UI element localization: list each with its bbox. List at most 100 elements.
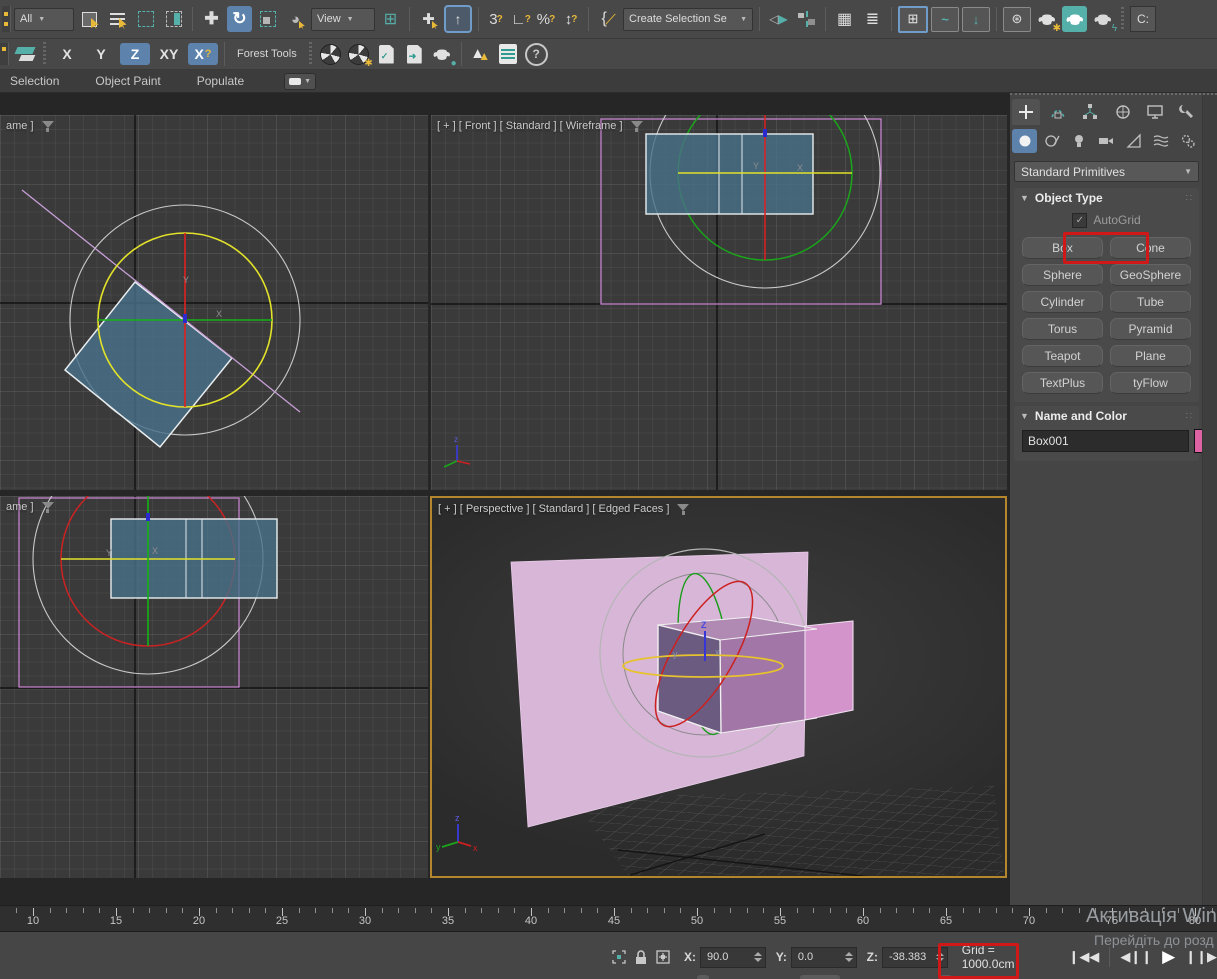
viewport-label[interactable]: ame ] xyxy=(6,501,54,513)
timeline-frame-60[interactable]: 60 xyxy=(857,915,869,927)
rollout-grip-icon[interactable]: ∷ xyxy=(1186,193,1193,204)
layer-explorer-icon[interactable]: ≣ xyxy=(860,6,885,32)
trees-icon[interactable]: ▲▲ xyxy=(468,41,493,67)
mirror-icon[interactable]: ◁▶ xyxy=(766,6,791,32)
rectangular-selection-region-icon[interactable] xyxy=(133,6,158,32)
object-type-rollout-header[interactable]: ▼ Object Type ∷ xyxy=(1014,189,1199,207)
box-object[interactable] xyxy=(65,282,232,447)
axis-constraint-x[interactable]: X xyxy=(52,43,82,65)
axis-constraint-z[interactable]: Z xyxy=(120,43,150,65)
isolate-selection-icon[interactable] xyxy=(608,947,630,967)
reference-coordinate-dropdown[interactable]: View ▼ xyxy=(311,8,375,31)
autogrid-checkbox[interactable]: ✓ xyxy=(1072,213,1087,228)
category-shapes[interactable] xyxy=(1039,129,1064,153)
filter-icon[interactable] xyxy=(42,121,54,132)
render-setup-icon[interactable]: ⊛ xyxy=(1003,7,1031,32)
list-icon[interactable] xyxy=(496,41,521,67)
axis-constraint-y[interactable]: Y xyxy=(86,43,116,65)
category-geometry[interactable] xyxy=(1012,129,1037,153)
timeline-frame-80[interactable]: 80 xyxy=(1189,915,1201,927)
play-button[interactable]: ▶ xyxy=(1162,947,1175,967)
category-lights[interactable] xyxy=(1067,129,1092,153)
viewport-label[interactable]: ame ] xyxy=(6,120,54,132)
y-coordinate-field[interactable]: 0.0 xyxy=(791,947,857,968)
ribbon-tab-object-paint[interactable]: Object Paint xyxy=(85,74,186,88)
timeline-frame-65[interactable]: 65 xyxy=(940,915,952,927)
timeline-frame-50[interactable]: 50 xyxy=(691,915,703,927)
box-object[interactable] xyxy=(646,134,813,214)
category-helpers[interactable] xyxy=(1121,129,1146,153)
forest-tools-button[interactable]: Forest Tools xyxy=(231,48,303,60)
name-and-color-rollout-header[interactable]: ▼ Name and Color ∷ xyxy=(1014,407,1199,425)
category-systems[interactable] xyxy=(1176,129,1201,153)
spinner-arrows-icon[interactable] xyxy=(845,952,853,962)
go-to-start-button[interactable]: ❙◀◀ xyxy=(1068,949,1099,965)
filter-icon[interactable] xyxy=(631,121,643,132)
filter-icon[interactable] xyxy=(677,504,689,515)
primitive-plane-button[interactable]: Plane xyxy=(1110,345,1191,367)
select-by-name-icon[interactable] xyxy=(105,6,130,32)
previous-frame-button[interactable]: ◀❙❙ xyxy=(1120,949,1152,965)
timeline-frame-10[interactable]: 10 xyxy=(27,915,39,927)
schematic-view-icon[interactable]: ↓ xyxy=(962,7,990,32)
selection-lock-icon[interactable] xyxy=(630,947,652,967)
viewport-label[interactable]: [ + ] [ Perspective ] [ Standard ] [ Edg… xyxy=(438,503,689,515)
angle-snap-icon[interactable]: ∟? xyxy=(510,6,532,32)
category-cameras[interactable] xyxy=(1094,129,1119,153)
primitive-sphere-button[interactable]: Sphere xyxy=(1022,264,1103,286)
ephere-plugin-icon[interactable] xyxy=(12,41,37,67)
timeline-frame-35[interactable]: 35 xyxy=(442,915,454,927)
use-pivot-center-icon[interactable]: ⊞ xyxy=(378,6,403,32)
ribbon-minimize-dropdown[interactable]: ▼ xyxy=(284,73,316,90)
primitive-torus-button[interactable]: Torus xyxy=(1022,318,1103,340)
rollout-grip-icon[interactable]: ∷ xyxy=(1186,411,1193,422)
select-object-icon[interactable] xyxy=(77,6,102,32)
snaps-toggle-icon[interactable]: 3? xyxy=(485,6,507,32)
tab-modify[interactable] xyxy=(1044,99,1072,125)
primitive-textplus-button[interactable]: TextPlus xyxy=(1022,372,1103,394)
tab-display[interactable] xyxy=(1141,99,1169,125)
forest-library-icon[interactable]: ✓ xyxy=(374,41,399,67)
spinner-snap-icon[interactable]: ↕? xyxy=(560,6,582,32)
category-spacewarps[interactable] xyxy=(1149,129,1174,153)
align-icon[interactable] xyxy=(794,6,819,32)
ribbon-tab-populate[interactable]: Populate xyxy=(187,74,270,88)
edit-named-selection-sets-icon[interactable]: {╱ xyxy=(595,6,620,32)
timeline-frame-15[interactable]: 15 xyxy=(110,915,122,927)
primitive-geosphere-button[interactable]: GeoSphere xyxy=(1110,264,1191,286)
project-folder-button[interactable]: C: xyxy=(1130,6,1156,32)
timeline-frame-45[interactable]: 45 xyxy=(608,915,620,927)
timeline-frame-25[interactable]: 25 xyxy=(276,915,288,927)
percent-snap-icon[interactable]: %? xyxy=(535,6,557,32)
x-coordinate-field[interactable]: 90.0 xyxy=(700,947,766,968)
render-production-icon[interactable]: ϟ xyxy=(1090,6,1115,32)
tab-create[interactable] xyxy=(1012,99,1040,125)
curve-editor-icon[interactable]: ~ xyxy=(931,7,959,32)
primitive-teapot-button[interactable]: Teapot xyxy=(1022,345,1103,367)
selection-filter-dropdown[interactable]: All ▼ xyxy=(14,8,74,31)
scene-explorer-icon[interactable]: ▦ xyxy=(832,6,857,32)
select-and-manipulate-icon[interactable]: ✚ xyxy=(416,6,441,32)
keyboard-shortcut-override-icon[interactable]: ↑ xyxy=(444,5,472,33)
toggle-ribbon-icon[interactable]: ⊞ xyxy=(898,6,928,33)
select-and-move-icon[interactable]: ✚ xyxy=(199,6,224,32)
timeline-frame-70[interactable]: 70 xyxy=(1023,915,1035,927)
timeline-frame-55[interactable]: 55 xyxy=(774,915,786,927)
spinner-arrows-icon[interactable] xyxy=(754,952,762,962)
filter-icon[interactable] xyxy=(42,502,54,513)
next-frame-button[interactable]: ❙❙▶ xyxy=(1185,949,1217,965)
timeline-frame-20[interactable]: 20 xyxy=(193,915,205,927)
help-icon[interactable]: ? xyxy=(524,41,549,67)
primitive-pyramid-button[interactable]: Pyramid xyxy=(1110,318,1191,340)
timeline-frame-40[interactable]: 40 xyxy=(525,915,537,927)
forest-settings-icon[interactable]: ✱ xyxy=(346,41,371,67)
select-and-place-icon[interactable]: ◕ xyxy=(283,6,308,32)
timeline-frame-75[interactable]: 75 xyxy=(1106,915,1118,927)
timeline-ruler[interactable]: 101520253035404550556065707580 xyxy=(0,905,1217,932)
tab-utilities[interactable] xyxy=(1173,99,1201,125)
select-and-rotate-icon[interactable]: ↻ xyxy=(227,6,252,32)
tab-motion[interactable] xyxy=(1109,99,1137,125)
viewport-bottom-left[interactable]: Y X ame ] xyxy=(0,496,428,878)
forest-pack-icon[interactable] xyxy=(318,41,343,67)
viewport-perspective-active[interactable]: Z x y z y x [ + ] [ Perspective ] [ Stan… xyxy=(430,496,1007,878)
